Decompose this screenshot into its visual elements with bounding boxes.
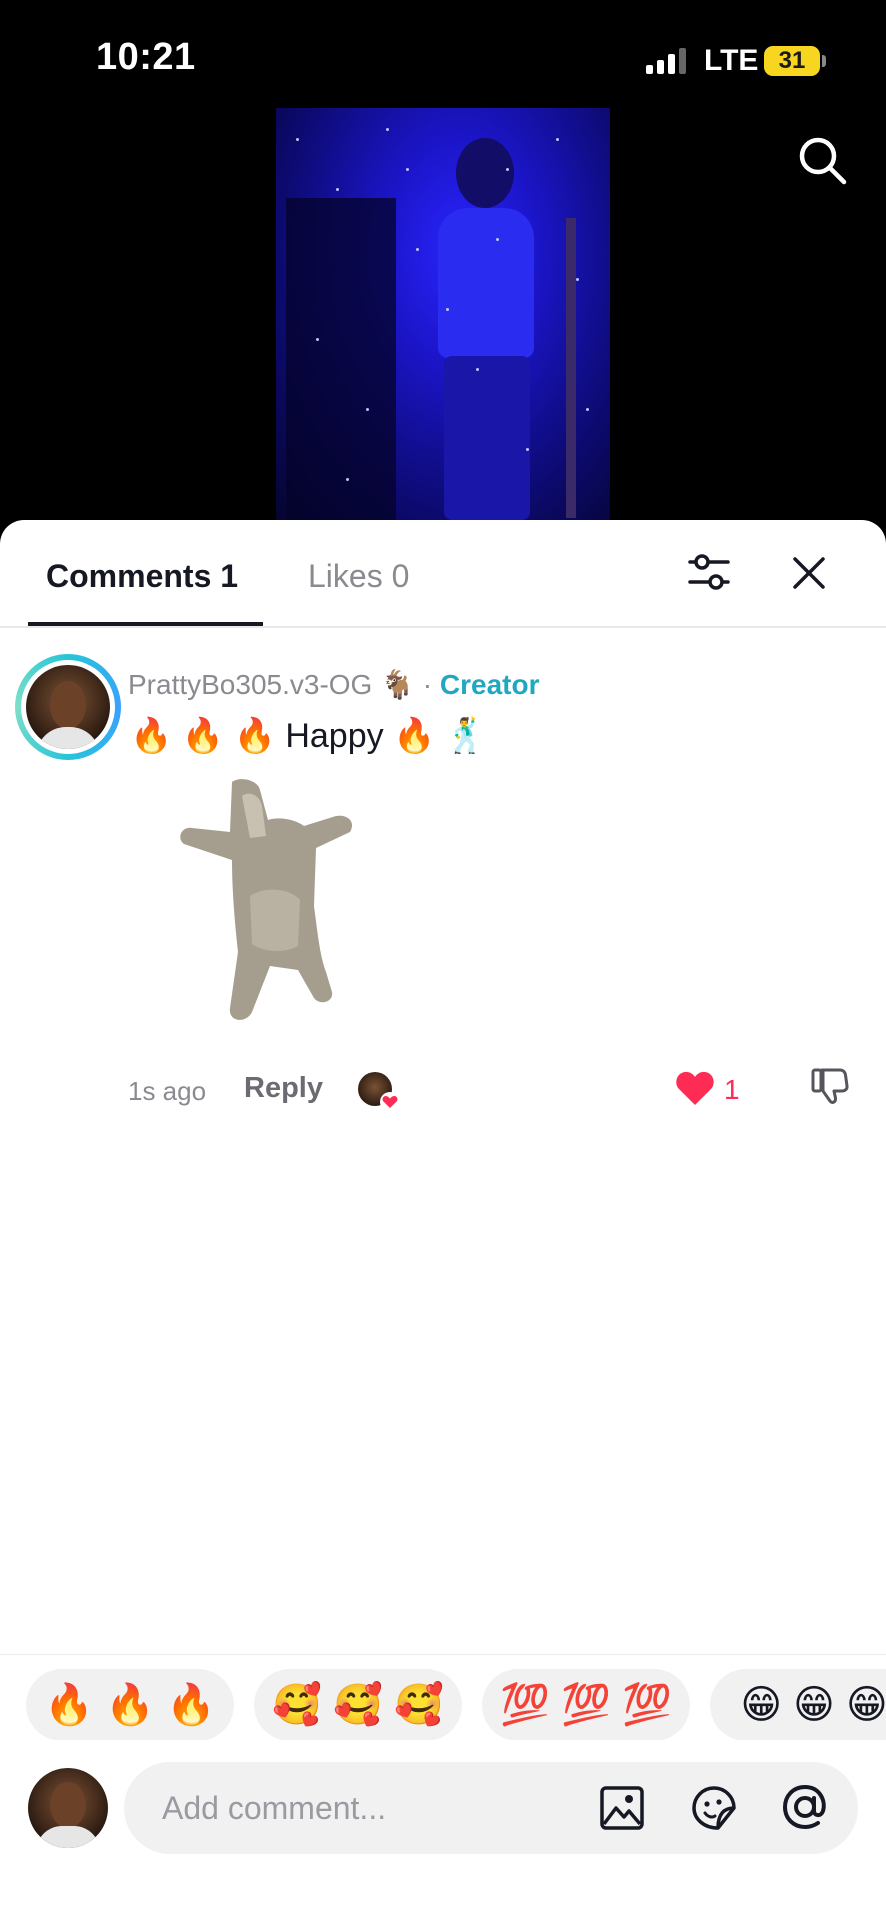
emoji-suggestion-hundred[interactable]: 💯 💯 💯 bbox=[482, 1669, 690, 1740]
add-comment-input[interactable] bbox=[124, 1762, 858, 1854]
comment-text: 🔥 🔥 🔥 Happy 🔥 🕺 bbox=[130, 717, 488, 755]
status-time: 10:21 bbox=[96, 36, 196, 78]
image-icon bbox=[600, 1786, 644, 1830]
at-sign-icon bbox=[782, 1784, 826, 1830]
sticker-icon bbox=[692, 1786, 736, 1830]
tab-likes[interactable]: Likes 0 bbox=[308, 558, 409, 595]
figure-head bbox=[456, 138, 514, 208]
current-user-avatar bbox=[28, 1768, 108, 1848]
search-button[interactable] bbox=[794, 132, 850, 188]
comment-username[interactable]: PrattyBo305.v3-OG 🐐 bbox=[128, 669, 415, 700]
author-separator: · bbox=[422, 669, 433, 700]
creator-liked-heart-icon bbox=[380, 1092, 400, 1112]
sticker-button[interactable] bbox=[690, 1784, 738, 1832]
signal-icon bbox=[646, 48, 690, 74]
heart-icon bbox=[676, 1071, 714, 1105]
video-door bbox=[286, 198, 396, 520]
battery-tip bbox=[822, 55, 826, 67]
battery-level: 31 bbox=[778, 47, 806, 74]
video-preview[interactable] bbox=[276, 108, 610, 520]
image-button[interactable] bbox=[598, 1784, 646, 1832]
emoji-suggestion-love[interactable]: 🥰 🥰 🥰 bbox=[254, 1669, 462, 1740]
avatar-photo bbox=[26, 665, 110, 749]
cat-sticker-image[interactable] bbox=[180, 776, 400, 1036]
filter-icon bbox=[688, 554, 730, 590]
tab-bar: Comments 1 Likes 0 bbox=[0, 520, 886, 628]
like-count: 1 bbox=[724, 1074, 740, 1105]
emoji-suggestion-grin[interactable]: 😁 😁 😁 bbox=[710, 1669, 886, 1740]
network-label: LTE bbox=[704, 44, 759, 77]
tab-comments[interactable]: Comments 1 bbox=[46, 558, 238, 595]
creator-badge: Creator bbox=[439, 669, 540, 700]
figure-legs bbox=[444, 356, 530, 520]
comment-author-line: PrattyBo305.v3-OG 🐐 · Creator bbox=[128, 668, 539, 701]
filter-button[interactable] bbox=[686, 550, 732, 596]
like-button[interactable] bbox=[674, 1068, 716, 1108]
video-pole bbox=[566, 218, 576, 518]
emoji-suggestion-fire[interactable]: 🔥 🔥 🔥 bbox=[26, 1669, 234, 1740]
video-figure bbox=[426, 138, 546, 520]
figure-torso bbox=[438, 208, 534, 358]
dislike-button[interactable] bbox=[810, 1066, 850, 1106]
search-icon bbox=[799, 137, 847, 185]
emoji-suggestion-bar: 🔥 🔥 🔥 🥰 🥰 🥰 💯 💯 💯 😁 😁 😁 bbox=[0, 1654, 886, 1740]
status-bar: 10:21 LTE 31 bbox=[0, 0, 886, 110]
close-icon bbox=[793, 557, 825, 589]
battery-icon: 31 bbox=[764, 46, 820, 76]
thumbs-down-icon bbox=[811, 1068, 849, 1104]
commenter-avatar[interactable] bbox=[15, 654, 121, 760]
mention-button[interactable] bbox=[780, 1782, 828, 1830]
reply-button[interactable]: Reply bbox=[244, 1072, 323, 1105]
comment-timestamp: 1s ago bbox=[128, 1076, 207, 1106]
close-button[interactable] bbox=[790, 554, 828, 592]
tab-active-indicator bbox=[28, 622, 263, 626]
